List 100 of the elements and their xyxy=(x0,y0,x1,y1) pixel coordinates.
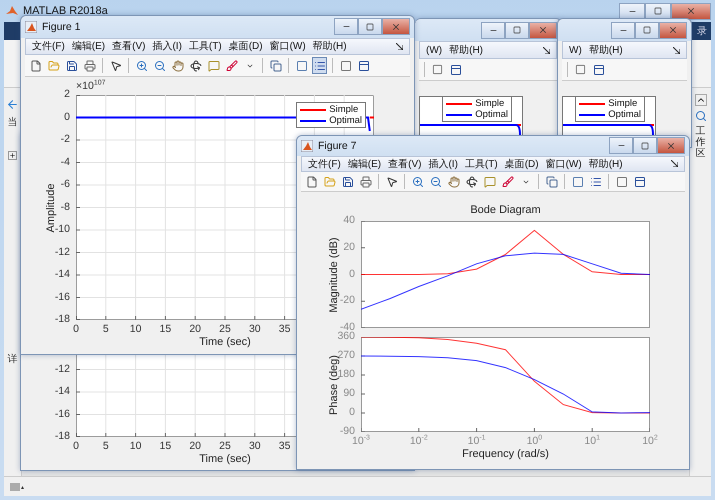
square-icon xyxy=(616,176,628,188)
menu-item[interactable]: (W) xyxy=(426,44,442,56)
menu-item[interactable]: 窗口(W) xyxy=(270,39,306,54)
menu-item[interactable]: 插入(I) xyxy=(428,156,458,171)
axis-label: Time (sec) xyxy=(199,336,251,348)
tick-label: -14 xyxy=(54,385,70,397)
close-button[interactable] xyxy=(671,2,711,20)
axis-label: Frequency (rad/s) xyxy=(462,448,549,460)
tick-label: -16 xyxy=(54,408,70,420)
menu-item[interactable]: 帮助(H) xyxy=(588,43,623,57)
tick-label: 10$^{-1}$ xyxy=(468,435,486,447)
tick-label: 30 xyxy=(248,440,261,452)
dock-arrow-icon[interactable] xyxy=(396,42,403,50)
figure-icon xyxy=(25,20,37,33)
menu-item[interactable]: 编辑(E) xyxy=(72,39,106,54)
axis-label: Amplitude xyxy=(45,183,57,232)
tick-label: 25 xyxy=(219,323,231,335)
figure-icon xyxy=(301,140,313,152)
menu-item[interactable]: W) xyxy=(569,44,582,56)
menu-item[interactable]: 插入(I) xyxy=(152,39,182,54)
menu-item[interactable]: 帮助(H) xyxy=(449,43,483,57)
menu-item[interactable]: 桌面(D) xyxy=(228,39,263,54)
menu-item[interactable]: 文件(F) xyxy=(32,39,65,54)
chart-title: Bode Diagram xyxy=(470,204,541,216)
dock-arrow-icon[interactable] xyxy=(671,160,678,168)
brush-icon xyxy=(502,176,514,188)
close-button[interactable] xyxy=(657,137,685,154)
close-button[interactable] xyxy=(659,22,687,38)
maximize-button[interactable] xyxy=(505,22,529,38)
tick-label: 10$^{0}$ xyxy=(526,435,542,447)
legend-label: Optimal xyxy=(329,115,362,126)
hand-icon xyxy=(448,176,460,188)
tick-label: 5 xyxy=(102,440,109,452)
tick-label: -20 xyxy=(340,294,355,306)
dock-arrow-icon[interactable] xyxy=(543,46,550,54)
search-icon[interactable] xyxy=(694,110,706,122)
app-logo-icon xyxy=(6,5,18,17)
window-title: Figure 1 xyxy=(42,20,81,33)
menu-item[interactable]: 工具(T) xyxy=(464,156,498,171)
folder-icon xyxy=(324,176,336,188)
tick-label: 20 xyxy=(189,323,202,335)
axis-multiplier: ×10$^{107}$ xyxy=(76,80,106,92)
zoom-out-icon xyxy=(430,176,442,188)
status-grip-icon[interactable] xyxy=(10,482,24,492)
close-icon xyxy=(538,25,548,35)
back-arrow-icon[interactable] xyxy=(6,98,19,111)
tick-label: -6 xyxy=(60,178,70,190)
tick-label: -40 xyxy=(340,321,355,333)
collapse-icon[interactable] xyxy=(694,94,706,106)
legend-label: Optimal xyxy=(608,109,641,120)
menu-item[interactable]: 工具(T) xyxy=(188,39,222,54)
panel-label: 详 xyxy=(8,352,18,366)
maximize-button[interactable] xyxy=(633,137,657,154)
dock-arrow-icon[interactable] xyxy=(673,46,680,54)
tick-label: 0 xyxy=(73,440,79,452)
printer-icon xyxy=(84,60,96,72)
legend-label: Optimal xyxy=(475,109,508,120)
axis-label: Magnitude (dB) xyxy=(328,236,340,312)
menu-item[interactable]: 桌面(D) xyxy=(504,156,539,171)
tick-label: 10 xyxy=(130,323,142,335)
maximize-button[interactable] xyxy=(635,22,659,38)
tick-label: 35 xyxy=(278,440,290,452)
tick-label: 5 xyxy=(102,323,109,335)
menu-item[interactable]: 查看(V) xyxy=(388,156,422,171)
menu-item[interactable]: 窗口(W) xyxy=(546,156,582,171)
tick-label: 40 xyxy=(343,214,355,226)
toolstrip-label: 录 xyxy=(697,25,707,38)
menu-item[interactable]: 帮助(H) xyxy=(312,39,347,54)
close-button[interactable] xyxy=(529,22,557,38)
tick-label: 20 xyxy=(189,440,202,452)
window-icon xyxy=(634,176,646,188)
maximize-button[interactable] xyxy=(645,2,671,20)
panel-tab[interactable]: 工作区 xyxy=(696,126,706,159)
expand-icon[interactable] xyxy=(8,151,17,160)
new-file-icon xyxy=(306,176,318,188)
colorbar-icon xyxy=(572,176,584,188)
menu-item[interactable]: 编辑(E) xyxy=(348,156,382,171)
minimize-button[interactable] xyxy=(619,2,645,20)
maximize-button[interactable] xyxy=(358,18,382,36)
link-icon xyxy=(270,60,282,72)
tick-label: -4 xyxy=(60,156,70,168)
tick-label: 10$^{2}$ xyxy=(642,435,658,447)
menu-item[interactable]: 文件(F) xyxy=(308,156,341,171)
tick-label: 10$^{-2}$ xyxy=(410,435,428,447)
tick-label: -12 xyxy=(54,246,70,258)
menu-item[interactable]: 帮助(H) xyxy=(588,156,623,171)
maximize-icon xyxy=(643,26,651,34)
tick-label: 0 xyxy=(349,406,355,418)
tick-label: -10 xyxy=(54,223,70,235)
tick-label: 90 xyxy=(343,387,355,399)
rotate-icon xyxy=(190,60,202,72)
tick-label: 10$^{1}$ xyxy=(584,435,600,447)
menu-item[interactable]: 查看(V) xyxy=(112,39,146,54)
rotate-icon xyxy=(466,176,478,188)
tick-label: 10 xyxy=(130,440,142,452)
maximize-icon xyxy=(654,7,662,15)
toolbar-button[interactable] xyxy=(312,57,327,74)
close-button[interactable] xyxy=(382,18,410,36)
colorbar-icon xyxy=(296,60,308,72)
maximize-icon xyxy=(513,26,521,34)
